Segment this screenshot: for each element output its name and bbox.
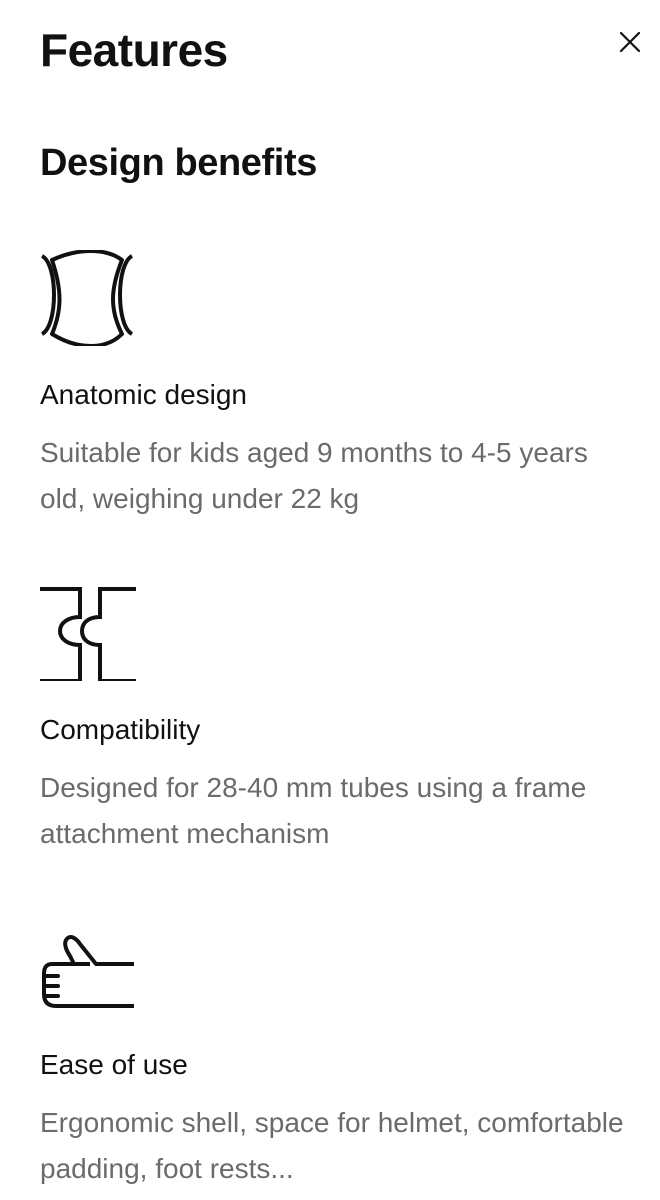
thumbs-up-hand-icon xyxy=(42,935,134,1008)
feature-description: Ergonomic shell, space for helmet, comfo… xyxy=(40,1107,624,1184)
page-title: Features xyxy=(40,24,228,76)
feature-title: Anatomic design xyxy=(40,379,248,410)
feature-item-ease-of-use: Ease of use Ergonomic shell, space for h… xyxy=(40,920,630,1184)
close-icon xyxy=(619,31,641,53)
feature-description: Suitable for kids aged 9 months to 4-5 y… xyxy=(40,437,588,514)
section-title: Design benefits xyxy=(40,142,317,184)
close-button[interactable] xyxy=(618,30,642,54)
feature-item-anatomic-design: Anatomic design Suitable for kids aged 9… xyxy=(40,250,630,514)
frame-attachment-icon xyxy=(40,587,136,681)
feature-title: Compatibility xyxy=(40,714,201,745)
feature-title: Ease of use xyxy=(40,1049,188,1080)
feature-description: Designed for 28-40 mm tubes using a fram… xyxy=(40,772,587,849)
feature-item-compatibility: Compatibility Designed for 28-40 mm tube… xyxy=(40,585,630,849)
anatomic-seat-icon xyxy=(40,250,134,346)
